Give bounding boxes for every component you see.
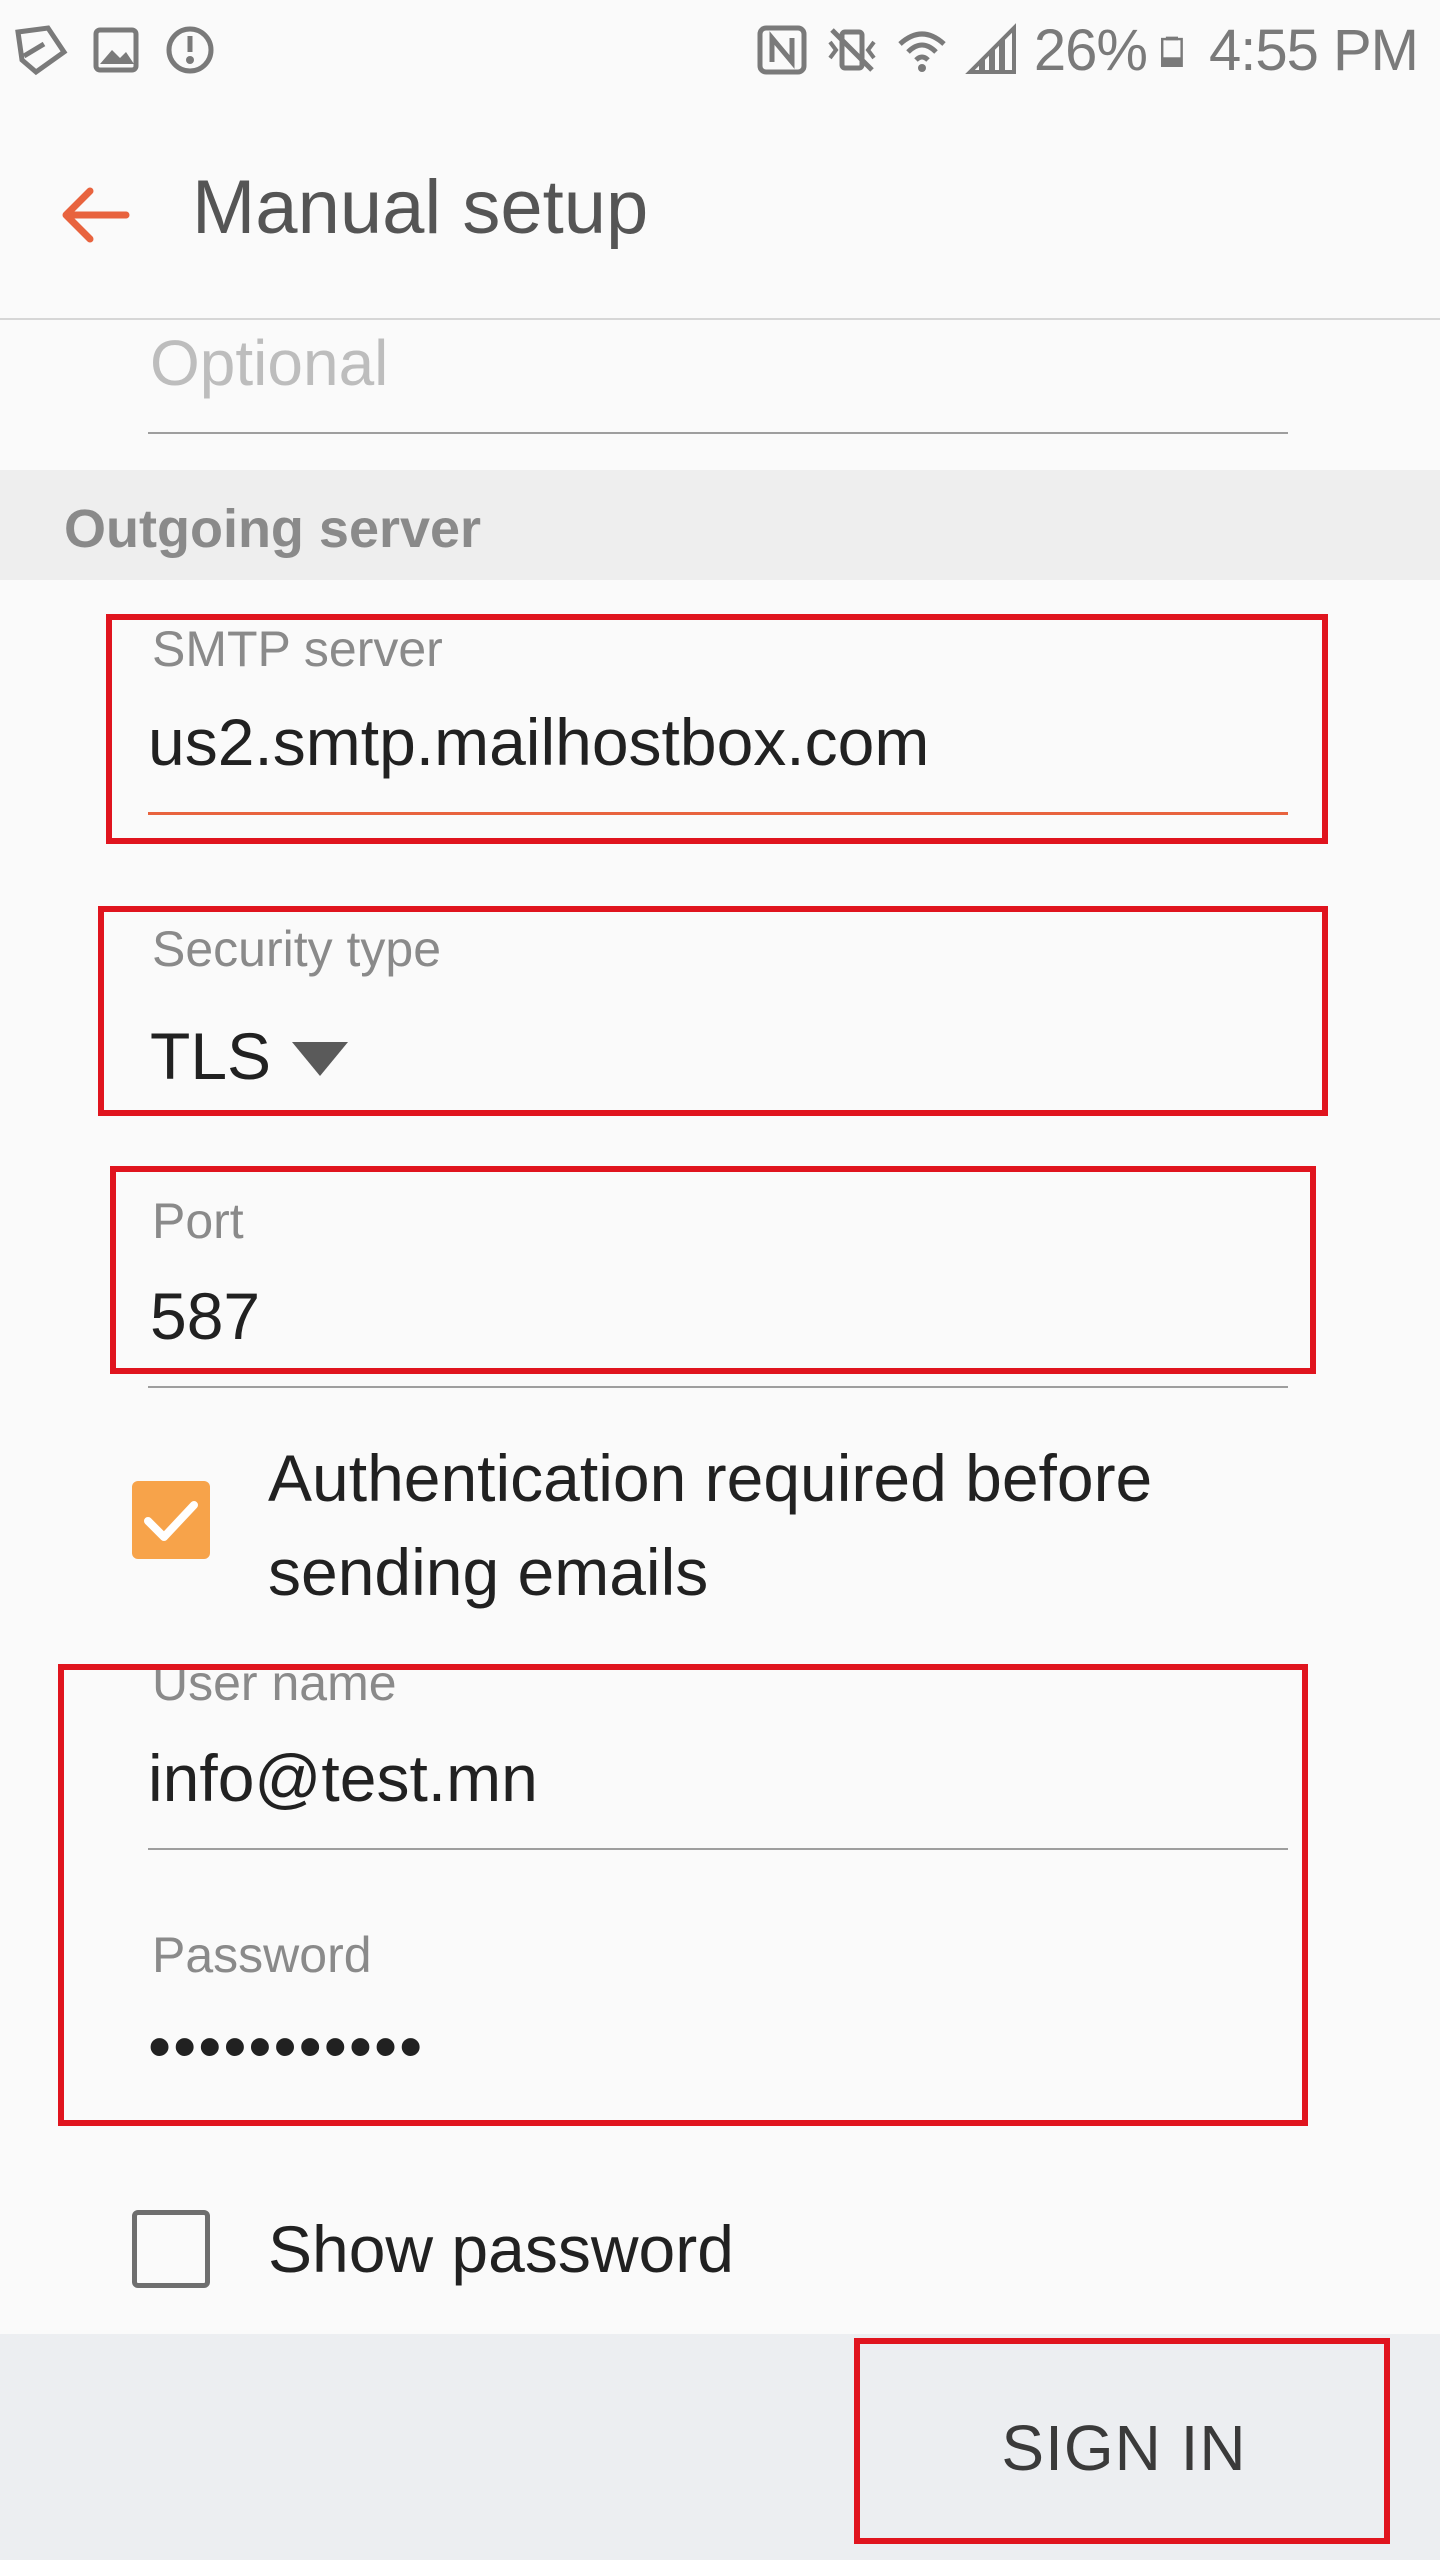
battery-percentage: 26% [1033, 17, 1148, 83]
status-bar: 26% 4:55 PM [0, 0, 1440, 100]
page-title: Manual setup [192, 165, 649, 250]
sync-icon [166, 26, 214, 74]
battery-icon [1161, 36, 1183, 67]
manual-setup-screen: 26% 4:55 PM Manual setup Optional Outgoi… [0, 0, 1440, 2560]
app-bar: Manual setup [0, 100, 1440, 320]
outgoing-server-section-header: Outgoing server [0, 470, 1440, 580]
authentication-label[interactable]: Authentication required before sending e… [268, 1431, 1348, 1619]
back-button[interactable] [40, 160, 150, 270]
signal-icon [965, 23, 1016, 74]
system-icons: 26% 4:55 PM [754, 14, 1419, 86]
user-name-label: User name [152, 1655, 397, 1711]
sign-in-button[interactable]: SIGN IN [860, 2344, 1388, 2552]
authentication-checkbox[interactable] [132, 1481, 210, 1559]
port-input[interactable]: 587 [150, 1278, 260, 1354]
user-name-underline [148, 1848, 1288, 1850]
optional-field-placeholder[interactable]: Optional [150, 326, 388, 400]
section-title: Outgoing server [64, 499, 482, 559]
password-label: Password [152, 1927, 372, 1983]
port-highlight-box [110, 1166, 1316, 1374]
smtp-server-input[interactable]: us2.smtp.mailhostbox.com [148, 704, 929, 780]
show-password-checkbox[interactable] [132, 2210, 210, 2288]
app-notification-icon [15, 25, 68, 76]
clock: 4:55 PM [1209, 17, 1419, 83]
image-icon [93, 27, 139, 73]
dropdown-arrow-icon[interactable] [292, 1042, 348, 1076]
user-name-input[interactable]: info@test.mn [148, 1740, 538, 1816]
port-underline [148, 1386, 1288, 1388]
security-type-dropdown[interactable]: TLS [150, 1018, 271, 1094]
notification-icons [14, 20, 218, 80]
arrow-back-icon [62, 187, 130, 243]
show-password-label[interactable]: Show password [268, 2202, 734, 2296]
vibrate-icon [828, 28, 876, 72]
checkmark-icon [144, 1501, 198, 1541]
smtp-server-label: SMTP server [152, 621, 443, 677]
port-label: Port [152, 1193, 244, 1249]
wifi-icon [898, 31, 946, 72]
security-type-label: Security type [152, 921, 442, 977]
smtp-server-underline [148, 812, 1288, 815]
optional-field-underline [148, 432, 1288, 434]
password-input[interactable]: ••••••••••• [148, 2008, 424, 2084]
nfc-icon [757, 25, 807, 75]
